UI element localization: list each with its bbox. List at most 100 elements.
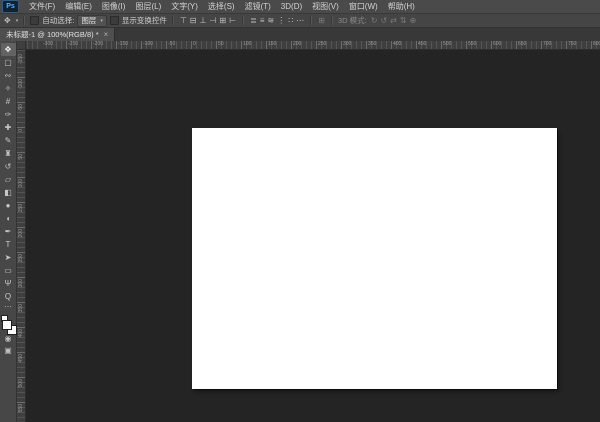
ruler-origin-corner[interactable] bbox=[17, 41, 26, 50]
distribute-left-edges-icon[interactable]: ⋮ bbox=[276, 15, 286, 26]
show-transform-checkbox[interactable] bbox=[110, 16, 119, 25]
move-tool[interactable]: ✥ bbox=[1, 43, 16, 56]
ruler-label: -150 bbox=[17, 54, 25, 64]
menu-layer[interactable]: 图层(L) bbox=[130, 0, 166, 13]
ruler-label: 400 bbox=[393, 41, 401, 47]
3d-mode-label: 3D 模式: bbox=[338, 15, 367, 26]
ruler-label: 50 bbox=[218, 41, 224, 47]
auto-select-value: 图层 bbox=[81, 15, 96, 26]
vertical-ruler[interactable]: -150-100-5005010015020025030035040045050… bbox=[17, 50, 26, 422]
ruler-label: -300 bbox=[43, 41, 53, 47]
menu-edit[interactable]: 编辑(E) bbox=[60, 0, 97, 13]
ruler-label: 600 bbox=[493, 41, 501, 47]
3d-scale-icon: ⊕ bbox=[409, 15, 418, 26]
move-tool-preset-icon[interactable]: ✥ bbox=[3, 15, 12, 26]
gradient-tool[interactable]: ◧ bbox=[1, 186, 16, 199]
ruler-label: -100 bbox=[143, 41, 153, 47]
color-swatches bbox=[1, 316, 16, 333]
menu-select[interactable]: 选择(S) bbox=[203, 0, 240, 13]
crop-tool[interactable]: # bbox=[1, 95, 16, 108]
align-left-edges-icon[interactable]: ⊣ bbox=[208, 15, 217, 26]
document-canvas[interactable] bbox=[192, 128, 557, 389]
menu-help[interactable]: 帮助(H) bbox=[383, 0, 420, 13]
dodge-tool[interactable]: ◖ bbox=[1, 212, 16, 225]
ruler-label: 150 bbox=[17, 204, 25, 212]
ruler-label: -50 bbox=[168, 41, 175, 47]
tool-preset-caret-icon[interactable]: ▾ bbox=[16, 18, 19, 24]
menu-3d[interactable]: 3D(D) bbox=[276, 0, 307, 13]
quick-selection-tool[interactable]: ✧ bbox=[1, 82, 16, 95]
ruler-label: -50 bbox=[17, 104, 25, 111]
foreground-color-swatch[interactable] bbox=[2, 320, 12, 330]
horizontal-type-tool[interactable]: T bbox=[1, 238, 16, 251]
history-brush-tool[interactable]: ↺ bbox=[1, 160, 16, 173]
brush-tool[interactable]: ✎ bbox=[1, 134, 16, 147]
ruler-label: 450 bbox=[418, 41, 426, 47]
ruler-label: 250 bbox=[318, 41, 326, 47]
ruler-label: 550 bbox=[17, 404, 25, 412]
lasso-tool[interactable]: ∾ bbox=[1, 69, 16, 82]
distribute-bottom-edges-icon[interactable]: ≋ bbox=[266, 15, 275, 26]
ruler-label: 500 bbox=[17, 379, 25, 387]
eyedropper-tool[interactable]: ✑ bbox=[1, 108, 16, 121]
options-bar: ✥ ▾ 自动选择: 图层 ▾ 显示变换控件 ⊤⊟⊥⊣⊞⊢ ≣≡≋⋮∷⋯ ⊞ 3D… bbox=[0, 14, 600, 28]
ruler-label: 350 bbox=[368, 41, 376, 47]
auto-select-dropdown[interactable]: 图层 ▾ bbox=[77, 15, 107, 27]
ruler-label: 250 bbox=[17, 254, 25, 262]
clone-stamp-tool[interactable]: ♜ bbox=[1, 147, 16, 160]
align-horizontal-centers-icon[interactable]: ⊞ bbox=[218, 15, 227, 26]
eraser-tool[interactable]: ▱ bbox=[1, 173, 16, 186]
path-selection-tool[interactable]: ➤ bbox=[1, 251, 16, 264]
menu-bar: Ps 文件(F)编辑(E)图像(I)图层(L)文字(Y)选择(S)滤镜(T)3D… bbox=[0, 0, 600, 14]
document-tab-title: 未标题-1 @ 100%(RGB/8) * bbox=[6, 29, 99, 40]
document-tab[interactable]: 未标题-1 @ 100%(RGB/8) * × bbox=[0, 28, 115, 41]
auto-align-layers-icon[interactable]: ⊞ bbox=[317, 15, 326, 26]
align-top-edges-icon[interactable]: ⊤ bbox=[179, 15, 188, 26]
separator bbox=[310, 16, 312, 25]
distribute-horizontal-centers-icon[interactable]: ∷ bbox=[287, 15, 294, 26]
menu-filter[interactable]: 滤镜(T) bbox=[240, 0, 276, 13]
ruler-label: 800 bbox=[593, 41, 600, 47]
menu-image[interactable]: 图像(I) bbox=[97, 0, 131, 13]
document-tab-bar: 未标题-1 @ 100%(RGB/8) * × bbox=[0, 28, 600, 42]
ruler-label: 100 bbox=[17, 179, 25, 187]
menu-window[interactable]: 窗口(W) bbox=[344, 0, 383, 13]
align-bottom-edges-icon[interactable]: ⊥ bbox=[199, 15, 208, 26]
ruler-label: 300 bbox=[343, 41, 351, 47]
hand-tool[interactable]: Ψ bbox=[1, 277, 16, 290]
menu-file[interactable]: 文件(F) bbox=[24, 0, 60, 13]
spot-healing-brush-tool[interactable]: ✚ bbox=[1, 121, 16, 134]
distribute-top-edges-icon[interactable]: ≣ bbox=[249, 15, 258, 26]
ruler-label: 100 bbox=[243, 41, 251, 47]
pen-tool[interactable]: ✒ bbox=[1, 225, 16, 238]
rectangle-tool[interactable]: ▭ bbox=[1, 264, 16, 277]
blur-tool[interactable]: ● bbox=[1, 199, 16, 212]
distribute-right-edges-icon[interactable]: ⋯ bbox=[295, 15, 305, 26]
ruler-label: 0 bbox=[17, 129, 25, 132]
ruler-label: 450 bbox=[17, 354, 25, 362]
horizontal-ruler[interactable]: -300-250-200-150-100-5005010015020025030… bbox=[26, 41, 600, 50]
distribute-vertical-centers-icon[interactable]: ≡ bbox=[259, 15, 266, 26]
close-icon[interactable]: × bbox=[104, 31, 109, 39]
menu-type[interactable]: 文字(Y) bbox=[166, 0, 203, 13]
ruler-label: 300 bbox=[17, 279, 25, 287]
menu-view[interactable]: 视图(V) bbox=[307, 0, 344, 13]
chevron-down-icon: ▾ bbox=[100, 18, 103, 24]
screen-mode-button[interactable]: ▣ bbox=[1, 345, 16, 357]
canvas-pasteboard[interactable] bbox=[26, 50, 600, 422]
align-right-edges-icon[interactable]: ⊢ bbox=[228, 15, 237, 26]
ruler-label: 400 bbox=[17, 329, 25, 337]
auto-select-checkbox[interactable] bbox=[30, 16, 39, 25]
separator bbox=[172, 16, 174, 25]
rectangular-marquee-tool[interactable]: ▢ bbox=[1, 56, 16, 69]
ruler-label: 750 bbox=[568, 41, 576, 47]
align-vertical-centers-icon[interactable]: ⊟ bbox=[189, 15, 198, 26]
ruler-label: 500 bbox=[443, 41, 451, 47]
ruler-label: 550 bbox=[468, 41, 476, 47]
ruler-label: 0 bbox=[193, 41, 196, 47]
edit-toolbar-icon[interactable]: ⋯ bbox=[1, 303, 16, 313]
ruler-label: 700 bbox=[543, 41, 551, 47]
ruler-label: 200 bbox=[293, 41, 301, 47]
ruler-label: 650 bbox=[518, 41, 526, 47]
separator bbox=[242, 16, 244, 25]
